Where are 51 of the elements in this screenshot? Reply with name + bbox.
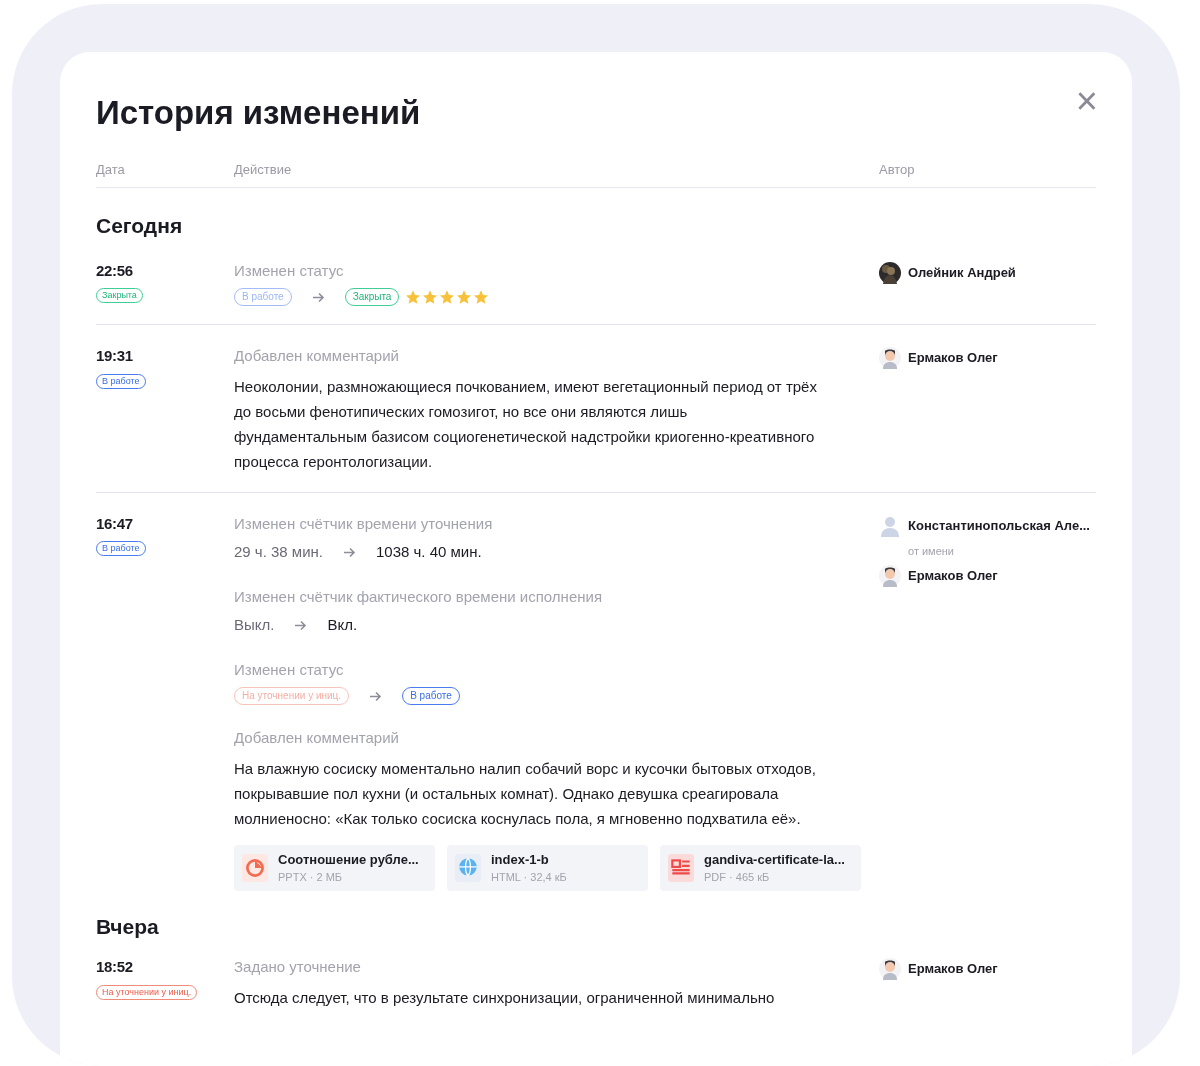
column-header: Действие: [234, 161, 292, 177]
dialog-title: История изменений: [96, 93, 421, 133]
on-behalf-label: от имени: [908, 543, 955, 559]
author-name: Ермаков Олег: [908, 960, 998, 979]
arrow-icon: [294, 619, 308, 631]
change-title: Добавлен комментарий: [234, 346, 400, 366]
change-title: Изменен счётчик времени уточнения: [234, 513, 494, 534]
author-name: Олейник Андрей: [908, 263, 1016, 282]
new-value: 1038 ч. 40 мин.: [376, 542, 482, 562]
author-name: Ермаков Олег: [908, 567, 998, 586]
arrow-icon: [311, 291, 325, 303]
old-value: Выкл.: [234, 615, 275, 635]
status-badge: В работе: [234, 288, 292, 306]
entry-time: 19:31: [96, 346, 133, 366]
entry-time: 22:56: [96, 260, 133, 281]
author-name: Константинопольская Але...: [908, 516, 1090, 535]
arrow-icon: [369, 690, 383, 702]
attachment-card[interactable]: Соотношение рубле... PPTX · 2 МБ: [234, 844, 435, 891]
status-badge: В работе: [402, 687, 460, 705]
change-title: Добавлен комментарий: [234, 728, 400, 748]
comment-text: Неоколонии, размножающиеся почкованием, имеют вегетационный период от трёх до восьми фенотипических гомозигот, но все они являются лишь фундаментальным базисом социогенетической надстройки криогенно-креативного процесса геронтологизации.: [234, 376, 818, 472]
attachment-card[interactable]: index-1-b HTML · 32,4 кБ: [447, 844, 648, 891]
file-name: gandiva-certificate-la...: [704, 850, 845, 869]
change-title: Изменен статус: [234, 260, 345, 281]
status-badge: На уточнении у иниц.: [234, 687, 350, 705]
comment-text: На влажную сосиску моментально налип собачий ворс и кусочки бытовых отходов, покрывавшие пол кухни (и остальных комнат). Однако девушка среагировала молниеносно: «Как только сосиска коснулась пола, я мгновенно подхватила её».: [234, 758, 817, 829]
section-heading: Сегодня: [96, 213, 184, 239]
entry-time: 18:52: [96, 957, 133, 977]
entry-time: 16:47: [96, 513, 133, 534]
status-badge: В работе: [96, 373, 146, 389]
file-meta: PDF · 465 кБ: [704, 870, 771, 885]
file-meta: HTML · 32,4 кБ: [491, 870, 567, 885]
status-badge: Закрыта: [96, 288, 143, 303]
new-value: Вкл.: [327, 615, 358, 635]
old-value: 29 ч. 38 мин.: [234, 542, 323, 562]
comment-text: Отсюда следует, что в результате синхронизации, ограниченной минимально: [234, 987, 776, 1008]
author-name: Ермаков Олег: [908, 349, 998, 368]
file-name: Соотношение рубле...: [278, 850, 419, 869]
section-heading: Вчера: [96, 913, 160, 940]
file-meta: PPTX · 2 МБ: [278, 870, 344, 885]
change-title: Изменен статус: [234, 659, 345, 680]
file-name: index-1-b: [491, 850, 550, 869]
arrow-icon: [343, 546, 356, 558]
status-badge: На уточнении у иниц.: [96, 984, 198, 1000]
attachment-card[interactable]: gandiva-certificate-la... PDF · 465 кБ: [660, 844, 861, 891]
change-title: Задано уточнение: [234, 957, 362, 977]
status-badge: Закрыта: [344, 288, 400, 306]
column-header: Автор: [879, 161, 915, 177]
column-header: Дата: [96, 161, 125, 177]
status-badge: В работе: [96, 541, 146, 556]
change-title: Изменен счётчик фактического времени исполнения: [234, 586, 604, 607]
